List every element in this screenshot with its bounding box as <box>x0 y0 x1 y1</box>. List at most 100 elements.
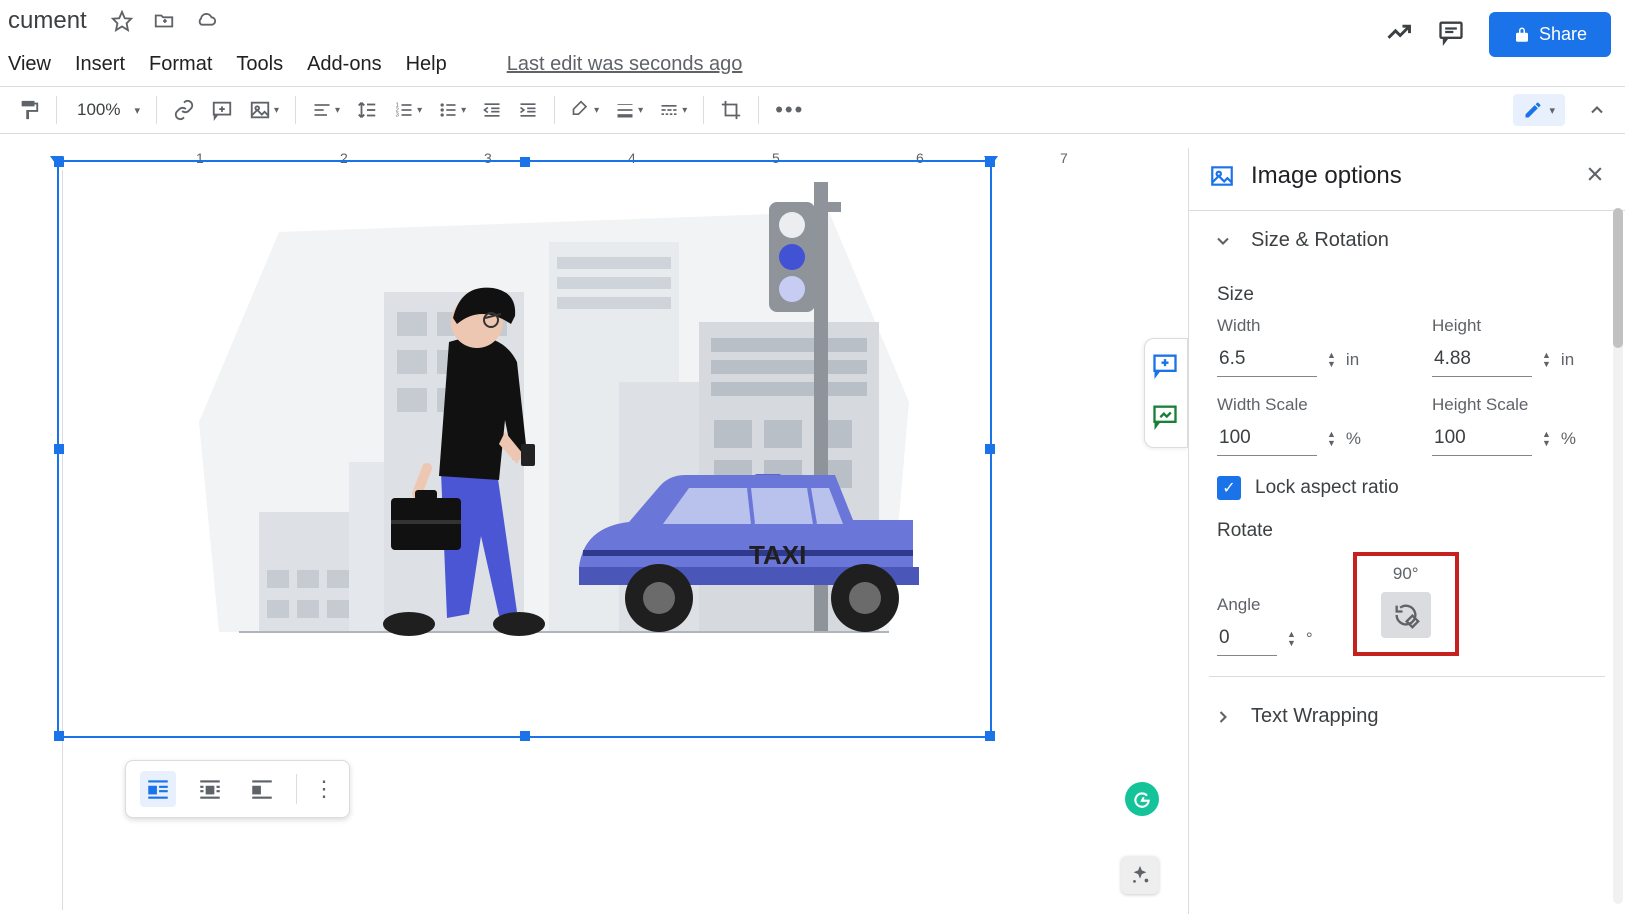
menu-help[interactable]: Help <box>406 53 447 76</box>
document-area: 1 2 3 4 5 6 7 <box>0 148 1188 914</box>
width-scale-input[interactable] <box>1217 421 1317 456</box>
wrap-break-button[interactable] <box>244 771 280 807</box>
menu-tools[interactable]: Tools <box>236 53 283 76</box>
sidebar-header: Image options <box>1189 148 1625 204</box>
bulleted-list-icon[interactable] <box>432 94 472 126</box>
side-action-rail <box>1144 338 1188 448</box>
chevron-down-icon <box>1213 231 1233 251</box>
grammarly-icon[interactable] <box>1125 782 1159 816</box>
image-selection-border[interactable]: TAXI <box>57 160 992 738</box>
lock-aspect-checkbox[interactable]: ✓ <box>1217 476 1241 500</box>
width-scale-unit: % <box>1346 429 1361 449</box>
cloud-status-icon[interactable] <box>195 10 217 32</box>
text-wrapping-header[interactable]: Text Wrapping <box>1189 687 1625 746</box>
workspace: 1 2 3 4 5 6 7 <box>0 148 1625 914</box>
angle-stepper[interactable]: ▲▼ <box>1287 630 1296 647</box>
align-icon[interactable] <box>306 94 346 126</box>
crop-icon[interactable] <box>714 93 748 127</box>
height-input[interactable] <box>1432 342 1532 377</box>
resize-handle-mt[interactable] <box>520 157 530 167</box>
resize-handle-ml[interactable] <box>54 444 64 454</box>
image-icon <box>1209 163 1235 189</box>
close-icon[interactable] <box>1585 164 1605 190</box>
lock-aspect-row[interactable]: ✓ Lock aspect ratio <box>1217 476 1597 500</box>
width-unit: in <box>1346 350 1359 370</box>
scrollbar-thumb[interactable] <box>1613 208 1623 348</box>
resize-handle-mb[interactable] <box>520 731 530 741</box>
border-color-icon[interactable] <box>565 94 605 126</box>
height-stepper[interactable]: ▲▼ <box>1542 351 1551 368</box>
menu-bar: View Insert Format Tools Add-ons Help La… <box>0 42 1625 86</box>
resize-handle-mr[interactable] <box>985 444 995 454</box>
wrap-inline-button[interactable] <box>140 771 176 807</box>
divider <box>1209 676 1605 677</box>
decrease-indent-icon[interactable] <box>476 94 508 126</box>
svg-text:TAXI: TAXI <box>749 540 806 570</box>
height-scale-stepper[interactable]: ▲▼ <box>1542 430 1551 447</box>
resize-handle-tl[interactable] <box>54 157 64 167</box>
explore-button[interactable] <box>1121 856 1159 894</box>
width-scale-label: Width Scale <box>1217 395 1382 415</box>
separator <box>703 96 704 124</box>
zoom-dropdown[interactable]: 100% ▾ <box>67 94 146 126</box>
size-rotation-content: Size Width ▲▼ in Height ▲▼ in <box>1189 284 1625 656</box>
width-label: Width <box>1217 316 1382 336</box>
rotate-icon <box>1392 601 1420 629</box>
menu-insert[interactable]: Insert <box>75 53 125 76</box>
wrap-text-button[interactable] <box>192 771 228 807</box>
suggest-edit-rail-icon[interactable] <box>1151 402 1181 435</box>
collapse-toolbar-icon[interactable] <box>1581 94 1613 126</box>
height-scale-input[interactable] <box>1432 421 1532 456</box>
separator <box>295 96 296 124</box>
line-spacing-icon[interactable] <box>350 93 384 127</box>
comments-icon[interactable] <box>1437 18 1465 51</box>
top-right-actions: Share <box>1385 12 1611 57</box>
selected-image[interactable]: TAXI <box>149 172 939 672</box>
share-button[interactable]: Share <box>1489 12 1611 57</box>
resize-handle-tr[interactable] <box>985 157 995 167</box>
width-stepper[interactable]: ▲▼ <box>1327 351 1336 368</box>
resize-handle-bl[interactable] <box>54 731 64 741</box>
star-icon[interactable] <box>111 10 133 32</box>
increase-indent-icon[interactable] <box>512 94 544 126</box>
border-weight-icon[interactable] <box>609 94 649 126</box>
rotate-90-highlight: 90° <box>1353 552 1459 656</box>
menu-format[interactable]: Format <box>149 53 212 76</box>
editing-mode-button[interactable]: ▾ <box>1513 94 1565 126</box>
add-comment-icon[interactable] <box>205 93 239 127</box>
menu-addons[interactable]: Add-ons <box>307 53 382 76</box>
height-unit: in <box>1561 350 1574 370</box>
sidebar-scrollbar[interactable] <box>1613 208 1623 904</box>
share-label: Share <box>1539 24 1587 45</box>
numbered-list-icon[interactable]: 123 <box>388 94 428 126</box>
angle-input[interactable] <box>1217 621 1277 656</box>
document-title[interactable]: cument <box>8 7 87 35</box>
move-folder-icon[interactable] <box>153 10 175 32</box>
menu-view[interactable]: View <box>8 53 51 76</box>
text-wrapping-label: Text Wrapping <box>1251 705 1378 728</box>
rotate-90-button[interactable] <box>1381 592 1431 638</box>
size-rotation-header[interactable]: Size & Rotation <box>1189 211 1625 270</box>
activity-icon[interactable] <box>1385 18 1413 51</box>
separator <box>758 96 759 124</box>
width-scale-stepper[interactable]: ▲▼ <box>1327 430 1336 447</box>
wrap-more-icon[interactable]: ⋮ <box>313 776 335 802</box>
paint-format-icon[interactable] <box>12 93 46 127</box>
separator <box>56 96 57 124</box>
height-scale-unit: % <box>1561 429 1576 449</box>
link-icon[interactable] <box>167 93 201 127</box>
width-input[interactable] <box>1217 342 1317 377</box>
lock-icon <box>1513 26 1531 44</box>
rotate-heading: Rotate <box>1217 520 1597 542</box>
toolbar: 100% ▾ 123 ••• ▾ <box>0 86 1625 134</box>
separator <box>156 96 157 124</box>
chevron-right-icon <box>1213 707 1233 727</box>
border-dash-icon[interactable] <box>653 94 693 126</box>
angle-label: Angle <box>1217 595 1313 615</box>
last-edit-link[interactable]: Last edit was seconds ago <box>507 53 743 76</box>
more-icon[interactable]: ••• <box>769 91 810 129</box>
image-options-sidebar: Image options Size & Rotation Size Width… <box>1188 148 1625 914</box>
insert-image-icon[interactable] <box>243 93 285 127</box>
resize-handle-br[interactable] <box>985 731 995 741</box>
add-comment-rail-icon[interactable] <box>1151 351 1181 384</box>
